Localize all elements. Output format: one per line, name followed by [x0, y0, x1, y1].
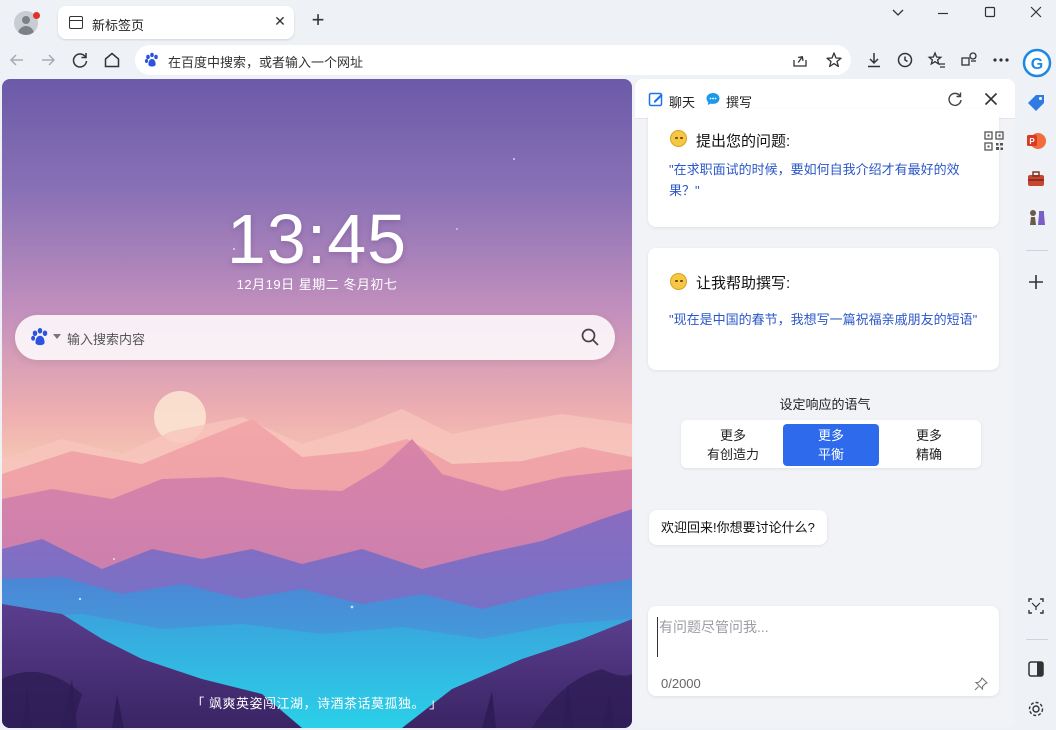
history-icon[interactable]	[892, 47, 918, 73]
office-icon[interactable]: P	[1025, 130, 1047, 152]
card-example-text[interactable]: "现在是中国的春节，我想写一篇祝福亲戚朋友的短语"	[669, 309, 987, 330]
share-icon[interactable]	[791, 51, 809, 72]
tone-balanced-button[interactable]: 更多 平衡	[783, 424, 879, 466]
tone-line2: 精确	[915, 447, 942, 462]
svg-text:G: G	[1031, 56, 1043, 73]
screenshot-icon[interactable]	[1025, 595, 1047, 617]
copilot-panel: 聊天 撰写 提出您的问题: "在求职面试的时候，要如何自我介绍才有最好的效果？"	[635, 79, 1015, 728]
svg-text:P: P	[1029, 137, 1035, 146]
baidu-paw-icon	[144, 52, 160, 71]
split-view-icon[interactable]	[1025, 658, 1047, 680]
sidebar-divider	[1026, 639, 1048, 640]
ntp-search-placeholder: 输入搜索内容	[67, 332, 146, 347]
notification-dot	[33, 12, 40, 19]
favorite-star-icon[interactable]	[825, 51, 843, 72]
date-text: 12月19日 星期二 冬月初七	[236, 277, 398, 292]
engine-dropdown-chevron-icon[interactable]	[53, 334, 61, 339]
toolbox-icon[interactable]	[1025, 168, 1047, 190]
tone-line1: 更多	[719, 428, 746, 443]
tone-precise-button[interactable]: 更多 精确	[881, 424, 977, 466]
chat-input[interactable]	[657, 617, 977, 657]
card-title: 提出您的问题:	[696, 133, 791, 150]
suggestion-card-ask[interactable]: 提出您的问题: "在求职面试的时候，要如何自我介绍才有最好的效果？"	[648, 109, 1004, 227]
new-tab-page: 13:45 12月19日 星期二 冬月初七 输入搜索内容 「 飒爽英姿闯江湖，诗…	[2, 79, 632, 728]
tone-line1: 更多	[817, 428, 844, 443]
home-icon[interactable]	[99, 47, 125, 73]
maximize-button[interactable]	[967, 2, 1013, 24]
tab-strip: 新标签页 ✕ +	[0, 0, 1056, 42]
pin-icon[interactable]	[974, 677, 988, 694]
new-tab-page-icon	[69, 16, 83, 29]
navigation-bar: 在百度中搜索，或者输入一个网址	[0, 42, 1056, 78]
welcome-message: 欢迎回来!你想要讨论什么?	[649, 510, 827, 545]
tab-actions-chevron-icon[interactable]	[875, 2, 921, 24]
tag-icon[interactable]	[1025, 92, 1047, 114]
download-icon[interactable]	[861, 47, 887, 73]
relieved-face-icon	[670, 273, 687, 290]
chess-icon[interactable]	[1025, 206, 1047, 228]
back-icon[interactable]	[4, 47, 30, 73]
baidu-paw-icon[interactable]	[30, 327, 50, 350]
favorites-list-icon[interactable]	[924, 47, 950, 73]
search-icon[interactable]	[580, 327, 600, 350]
extensions-icon[interactable]	[956, 47, 982, 73]
refresh-icon[interactable]	[67, 47, 93, 73]
new-tab-button[interactable]: +	[306, 9, 330, 33]
tone-line2: 平衡	[817, 447, 844, 462]
quote-text: 「 飒爽英姿闯江湖，诗酒茶话莫孤独。 」	[191, 696, 443, 711]
tone-line2: 有创造力	[706, 447, 759, 462]
close-window-button[interactable]	[1013, 2, 1056, 24]
address-text: 在百度中搜索，或者输入一个网址	[168, 55, 364, 70]
tone-creative-button[interactable]: 更多 有创造力	[685, 424, 781, 466]
settings-icon[interactable]	[1025, 698, 1047, 720]
thinking-face-icon	[670, 130, 687, 147]
clock: 13:45	[226, 200, 408, 278]
tone-label: 设定响应的语气	[779, 397, 871, 412]
sidebar-divider	[1026, 250, 1048, 251]
tone-line1: 更多	[915, 428, 942, 443]
browser-sidebar: G P	[1016, 42, 1056, 730]
ntp-search-box[interactable]: 输入搜索内容	[15, 315, 615, 360]
char-counter: 0/2000	[661, 676, 701, 691]
forward-icon[interactable]	[35, 47, 61, 73]
refresh-icon[interactable]	[946, 90, 964, 111]
address-bar[interactable]: 在百度中搜索，或者输入一个网址	[135, 45, 851, 75]
tone-selector: 更多 有创造力 更多 平衡 更多 精确	[681, 420, 981, 468]
suggestion-card-compose[interactable]: 让我帮助撰写: "现在是中国的春节，我想写一篇祝福亲戚朋友的短语"	[648, 248, 999, 370]
tab-title: 新标签页	[92, 18, 145, 33]
compose-bubble-icon	[705, 91, 721, 110]
more-menu-icon[interactable]	[988, 47, 1014, 73]
chat-edit-icon	[648, 91, 664, 110]
tab-new-tab[interactable]: 新标签页 ✕	[58, 6, 294, 39]
minimize-button[interactable]	[920, 2, 966, 24]
chat-input-box: 0/2000	[648, 606, 999, 696]
tab-close-icon[interactable]: ✕	[270, 11, 290, 31]
card-title: 让我帮助撰写:	[696, 275, 791, 292]
qr-code-icon[interactable]	[984, 131, 1004, 154]
copilot-icon[interactable]: G	[1022, 48, 1052, 78]
add-icon[interactable]	[1025, 271, 1047, 293]
close-icon[interactable]	[982, 90, 1000, 111]
wallpaper-landscape	[2, 158, 632, 728]
card-example-text[interactable]: "在求职面试的时候，要如何自我介绍才有最好的效果？"	[669, 159, 987, 201]
